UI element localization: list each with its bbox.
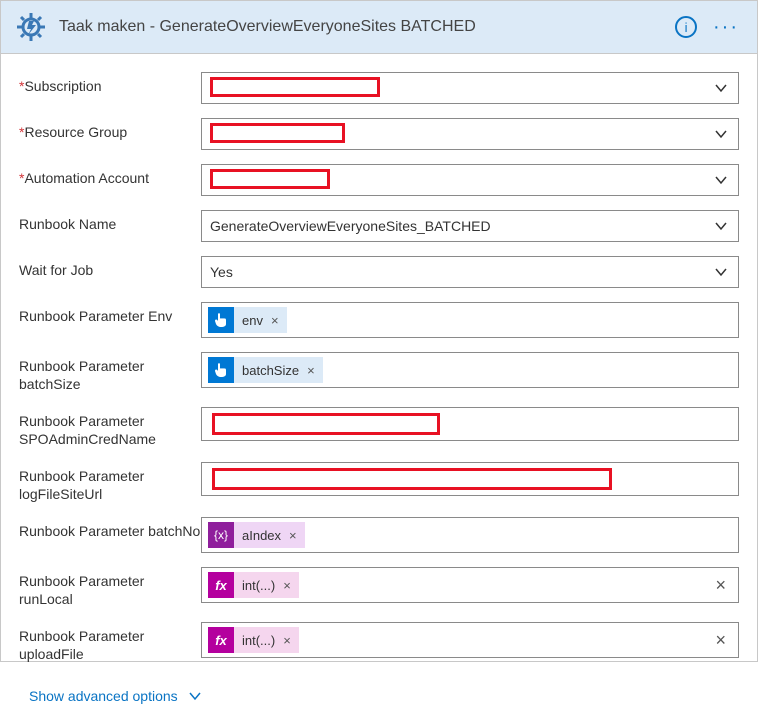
automation-account-select[interactable] [201,164,739,196]
hand-icon [208,307,234,333]
param-env-label: Runbook Parameter Env [19,302,201,326]
automation-gear-icon [13,9,49,45]
param-logfile-label: Runbook Parameter logFileSiteUrl [19,462,201,503]
show-advanced-label: Show advanced options [29,688,178,704]
resource-group-select[interactable] [201,118,739,150]
token-env[interactable]: env × [208,307,287,333]
runbook-name-value: GenerateOverviewEveryoneSites_BATCHED [210,218,712,234]
clear-input-icon[interactable]: × [709,575,732,596]
automation-account-label: *Automation Account [19,164,201,188]
token-batchsize[interactable]: batchSize × [208,357,323,383]
param-batchno-label: Runbook Parameter batchNo [19,517,201,541]
param-runlocal-input[interactable]: fx int(...) × × [201,567,739,603]
param-env-input[interactable]: env × [201,302,739,338]
chevron-down-icon [712,79,730,97]
token-int-runlocal[interactable]: fx int(...) × [208,572,299,598]
chevron-down-icon [186,687,204,705]
redacted-value [212,413,440,435]
chevron-down-icon [712,263,730,281]
info-icon[interactable]: i [675,16,697,38]
fx-icon: fx [208,572,234,598]
fx-icon: fx [208,627,234,653]
card-body: *Subscription *Resource Group *Automatio… [1,54,757,715]
param-batchsize-label: Runbook Parameter batchSize [19,352,201,393]
hand-icon [208,357,234,383]
wait-for-job-select[interactable]: Yes [201,256,739,288]
redacted-value [212,468,612,490]
wait-for-job-label: Wait for Job [19,256,201,280]
param-spoadmin-label: Runbook Parameter SPOAdminCredName [19,407,201,448]
param-uploadfile-input[interactable]: fx int(...) × × [201,622,739,658]
card-header: Taak maken - GenerateOverviewEveryoneSit… [1,1,757,54]
clear-input-icon[interactable]: × [709,630,732,651]
redacted-value [210,123,345,143]
runbook-name-select[interactable]: GenerateOverviewEveryoneSites_BATCHED [201,210,739,242]
token-remove-icon[interactable]: × [283,572,299,598]
param-uploadfile-label: Runbook Parameter uploadFile [19,622,201,663]
token-int-uploadfile[interactable]: fx int(...) × [208,627,299,653]
token-aindex[interactable]: {x} aIndex × [208,522,305,548]
chevron-down-icon [712,171,730,189]
runbook-name-label: Runbook Name [19,210,201,234]
more-menu-icon[interactable]: ··· [707,16,745,39]
show-advanced-link[interactable]: Show advanced options [29,687,204,705]
token-remove-icon[interactable]: × [307,357,323,383]
chevron-down-icon [712,217,730,235]
variable-icon: {x} [208,522,234,548]
chevron-down-icon [712,125,730,143]
subscription-select[interactable] [201,72,739,104]
param-runlocal-label: Runbook Parameter runLocal [19,567,201,608]
param-spoadmin-input[interactable] [201,407,739,441]
wait-for-job-value: Yes [210,264,712,280]
card-title: Taak maken - GenerateOverviewEveryoneSit… [59,18,665,36]
token-remove-icon[interactable]: × [283,627,299,653]
param-batchno-input[interactable]: {x} aIndex × [201,517,739,553]
param-logfile-input[interactable] [201,462,739,496]
param-batchsize-input[interactable]: batchSize × [201,352,739,388]
subscription-label: *Subscription [19,72,201,96]
action-card: Taak maken - GenerateOverviewEveryoneSit… [0,0,758,662]
token-remove-icon[interactable]: × [289,522,305,548]
redacted-value [210,169,330,189]
redacted-value [210,77,380,97]
resource-group-label: *Resource Group [19,118,201,142]
token-remove-icon[interactable]: × [271,307,287,333]
